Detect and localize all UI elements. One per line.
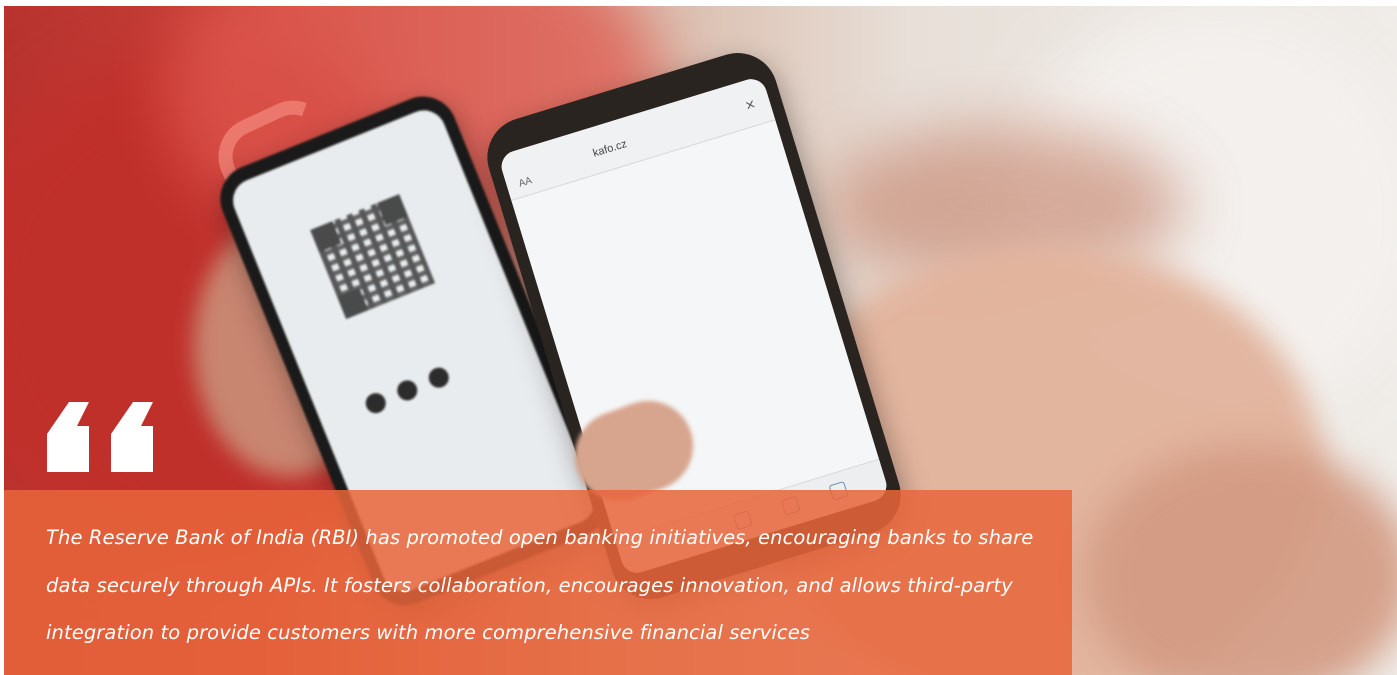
pin-dots: [362, 364, 452, 417]
quote-overlay: The Reserve Bank of India (RBI) has prom…: [4, 490, 1072, 675]
dot-icon: [425, 364, 452, 391]
close-icon: ×: [743, 96, 758, 115]
text-size-label: AA: [517, 175, 534, 190]
quote-text: The Reserve Bank of India (RBI) has prom…: [46, 526, 1034, 644]
quote-icon: [47, 402, 153, 472]
browser-url: kafo.cz: [591, 137, 629, 160]
dot-icon: [362, 390, 389, 417]
qr-code-icon: [310, 194, 436, 320]
dot-icon: [394, 377, 421, 404]
